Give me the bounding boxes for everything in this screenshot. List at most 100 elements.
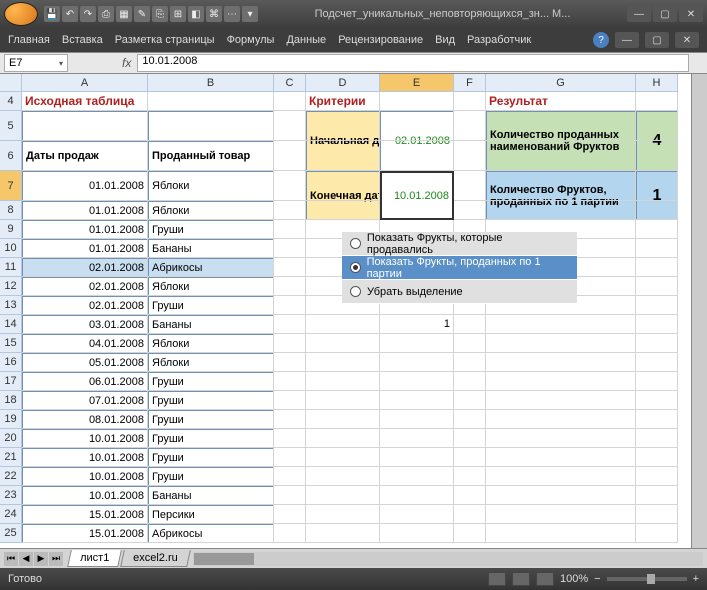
radio-icon[interactable] [350, 286, 361, 297]
cell-B12[interactable] [148, 277, 274, 296]
row-header-18[interactable]: 18 [0, 391, 22, 410]
fx-icon[interactable]: fx [122, 56, 131, 70]
col-header-D[interactable]: D [306, 74, 380, 92]
cell-C16[interactable] [274, 353, 306, 372]
row-header-9[interactable]: 9 [0, 220, 22, 239]
cell-B14[interactable] [148, 315, 274, 334]
cell-C7[interactable] [274, 171, 306, 201]
cell-D15[interactable] [306, 334, 380, 353]
cell-E14[interactable] [380, 315, 454, 334]
cell-D24[interactable] [306, 505, 380, 524]
cell-D18[interactable] [306, 391, 380, 410]
cell-H19[interactable] [636, 410, 678, 429]
cell-C12[interactable] [274, 277, 306, 296]
cell-F6[interactable] [454, 141, 486, 171]
cell-H8[interactable] [636, 201, 678, 220]
ribbon-tab-formulas[interactable]: Формулы [227, 34, 275, 46]
cell-B11[interactable] [148, 258, 274, 277]
cell-C5[interactable] [274, 111, 306, 141]
view-normal-button[interactable] [488, 572, 506, 586]
cell-B4[interactable] [148, 92, 274, 111]
cell-B16[interactable] [148, 353, 274, 372]
cell-C4[interactable] [274, 92, 306, 111]
col-header-A[interactable]: A [22, 74, 148, 92]
cell-D21[interactable] [306, 448, 380, 467]
cell-D4[interactable] [306, 92, 380, 111]
minimize-button[interactable]: — [627, 6, 651, 22]
cell-G15[interactable] [486, 334, 636, 353]
cell-G17[interactable] [486, 372, 636, 391]
qat-icon[interactable]: ⊞ [170, 6, 186, 22]
cell-G18[interactable] [486, 391, 636, 410]
cell-A5[interactable] [22, 111, 148, 141]
cell-A11[interactable] [22, 258, 148, 277]
cell-D14[interactable] [306, 315, 380, 334]
qat-icon[interactable]: ⎘ [152, 6, 168, 22]
cell-C6[interactable] [274, 141, 306, 171]
cell-H18[interactable] [636, 391, 678, 410]
cell-G7[interactable] [486, 171, 636, 201]
ribbon-tab-review[interactable]: Рецензирование [338, 34, 423, 46]
row-header-17[interactable]: 17 [0, 372, 22, 391]
cell-E25[interactable] [380, 524, 454, 543]
ribbon-tab-layout[interactable]: Разметка страницы [115, 34, 215, 46]
cell-C11[interactable] [274, 258, 306, 277]
qat-icon[interactable]: ▾ [242, 6, 258, 22]
cell-H12[interactable] [636, 277, 678, 296]
cell-C17[interactable] [274, 372, 306, 391]
qat-icon[interactable]: ◧ [188, 6, 204, 22]
cell-G23[interactable] [486, 486, 636, 505]
cell-C18[interactable] [274, 391, 306, 410]
cell-G6[interactable] [486, 141, 636, 171]
cell-H10[interactable] [636, 239, 678, 258]
cell-B13[interactable] [148, 296, 274, 315]
tab-next-button[interactable]: ▶ [34, 552, 48, 566]
cell-E5[interactable] [380, 111, 454, 141]
cell-C23[interactable] [274, 486, 306, 505]
row-header-11[interactable]: 11 [0, 258, 22, 277]
view-break-button[interactable] [536, 572, 554, 586]
maximize-button[interactable]: ▢ [653, 6, 677, 22]
cell-G14[interactable] [486, 315, 636, 334]
row-header-23[interactable]: 23 [0, 486, 22, 505]
cell-H14[interactable] [636, 315, 678, 334]
row-header-16[interactable]: 16 [0, 353, 22, 372]
formula-input[interactable]: 10.01.2008 [137, 54, 689, 72]
cell-D5[interactable] [306, 111, 380, 141]
cell-E7[interactable]: 10.01.2008 [380, 171, 454, 220]
cell-A16[interactable] [22, 353, 148, 372]
cell-F19[interactable] [454, 410, 486, 429]
name-box[interactable]: E7▾ [4, 54, 68, 72]
row-header-24[interactable]: 24 [0, 505, 22, 524]
ribbon-close-button[interactable]: ✕ [675, 32, 699, 48]
radio-icon[interactable] [350, 238, 361, 249]
cell-H4[interactable] [636, 92, 678, 111]
tab-prev-button[interactable]: ◀ [19, 552, 33, 566]
cell-E22[interactable] [380, 467, 454, 486]
cell-B10[interactable] [148, 239, 274, 258]
cell-B24[interactable] [148, 505, 274, 524]
cell-A9[interactable] [22, 220, 148, 239]
cell-B23[interactable] [148, 486, 274, 505]
cell-B25[interactable] [148, 524, 274, 543]
cell-D6[interactable] [306, 141, 380, 171]
ribbon-min-button[interactable]: — [615, 32, 639, 48]
cell-H6[interactable] [636, 141, 678, 171]
qat-print-icon[interactable]: ⎙ [98, 6, 114, 22]
tab-first-button[interactable]: ⏮ [4, 552, 18, 566]
row-header-25[interactable]: 25 [0, 524, 22, 543]
row-header-22[interactable]: 22 [0, 467, 22, 486]
vertical-scrollbar[interactable] [691, 74, 707, 548]
cell-F21[interactable] [454, 448, 486, 467]
cell-B6[interactable] [148, 141, 274, 171]
cell-F5[interactable] [454, 111, 486, 141]
cell-C15[interactable] [274, 334, 306, 353]
help-icon[interactable]: ? [593, 32, 609, 48]
row-header-21[interactable]: 21 [0, 448, 22, 467]
tab-last-button[interactable]: ⏭ [49, 552, 63, 566]
cell-C22[interactable] [274, 467, 306, 486]
cell-C24[interactable] [274, 505, 306, 524]
row-header-20[interactable]: 20 [0, 429, 22, 448]
cell-F16[interactable] [454, 353, 486, 372]
cell-A25[interactable] [22, 524, 148, 543]
